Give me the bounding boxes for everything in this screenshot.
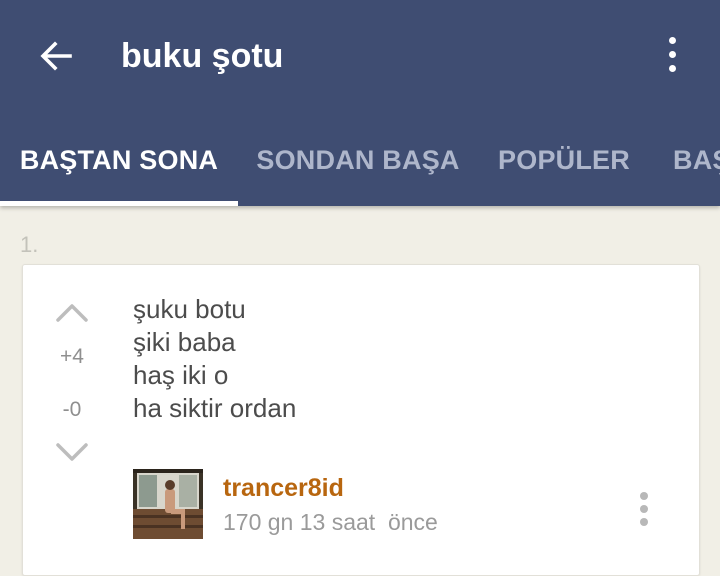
tab-sondan-basa[interactable]: SONDAN BAŞA bbox=[238, 115, 478, 206]
plus-votes: +4 bbox=[60, 345, 84, 368]
entry-line: şiki baba bbox=[133, 327, 236, 357]
entry-content: şuku botu şiki baba haş iki o ha siktir … bbox=[133, 293, 296, 425]
entry-number: 1. bbox=[20, 232, 39, 257]
author-username[interactable]: trancer8id bbox=[223, 474, 344, 503]
entry-card: +4 -0 şuku botu şiki baba haş iki o ha s… bbox=[22, 264, 700, 576]
tab-partial[interactable]: BAŞ bbox=[650, 115, 720, 206]
entry-line: şuku botu bbox=[133, 294, 246, 324]
entry-timestamp: 170 gn 13 saat önce bbox=[223, 509, 438, 535]
avatar-image bbox=[133, 469, 203, 539]
overflow-menu-button[interactable] bbox=[656, 32, 688, 76]
tab-populer[interactable]: POPÜLER bbox=[478, 115, 650, 206]
downvote-button[interactable] bbox=[53, 435, 91, 469]
more-vertical-icon bbox=[668, 36, 676, 44]
chevron-up-icon bbox=[56, 304, 88, 322]
entry-menu-button[interactable] bbox=[629, 487, 659, 531]
chevron-down-icon bbox=[56, 443, 88, 461]
arrow-left-icon bbox=[40, 41, 72, 71]
upvote-button[interactable] bbox=[53, 295, 91, 329]
entry-line: haş iki o bbox=[133, 360, 229, 390]
app-bar: buku şotu BAŞTAN SONA SONDAN BAŞA POPÜLE… bbox=[0, 0, 720, 206]
more-vertical-icon bbox=[640, 492, 648, 500]
page-title: buku şotu bbox=[121, 37, 284, 75]
back-button[interactable] bbox=[34, 34, 78, 78]
author-avatar[interactable] bbox=[133, 469, 203, 539]
minus-votes: -0 bbox=[62, 398, 82, 421]
tab-bar: BAŞTAN SONA SONDAN BAŞA POPÜLER BAŞ bbox=[0, 115, 720, 206]
active-tab-indicator bbox=[0, 201, 238, 206]
tab-bastan-sona[interactable]: BAŞTAN SONA bbox=[0, 115, 238, 206]
entry-line: ha siktir ordan bbox=[133, 393, 297, 423]
